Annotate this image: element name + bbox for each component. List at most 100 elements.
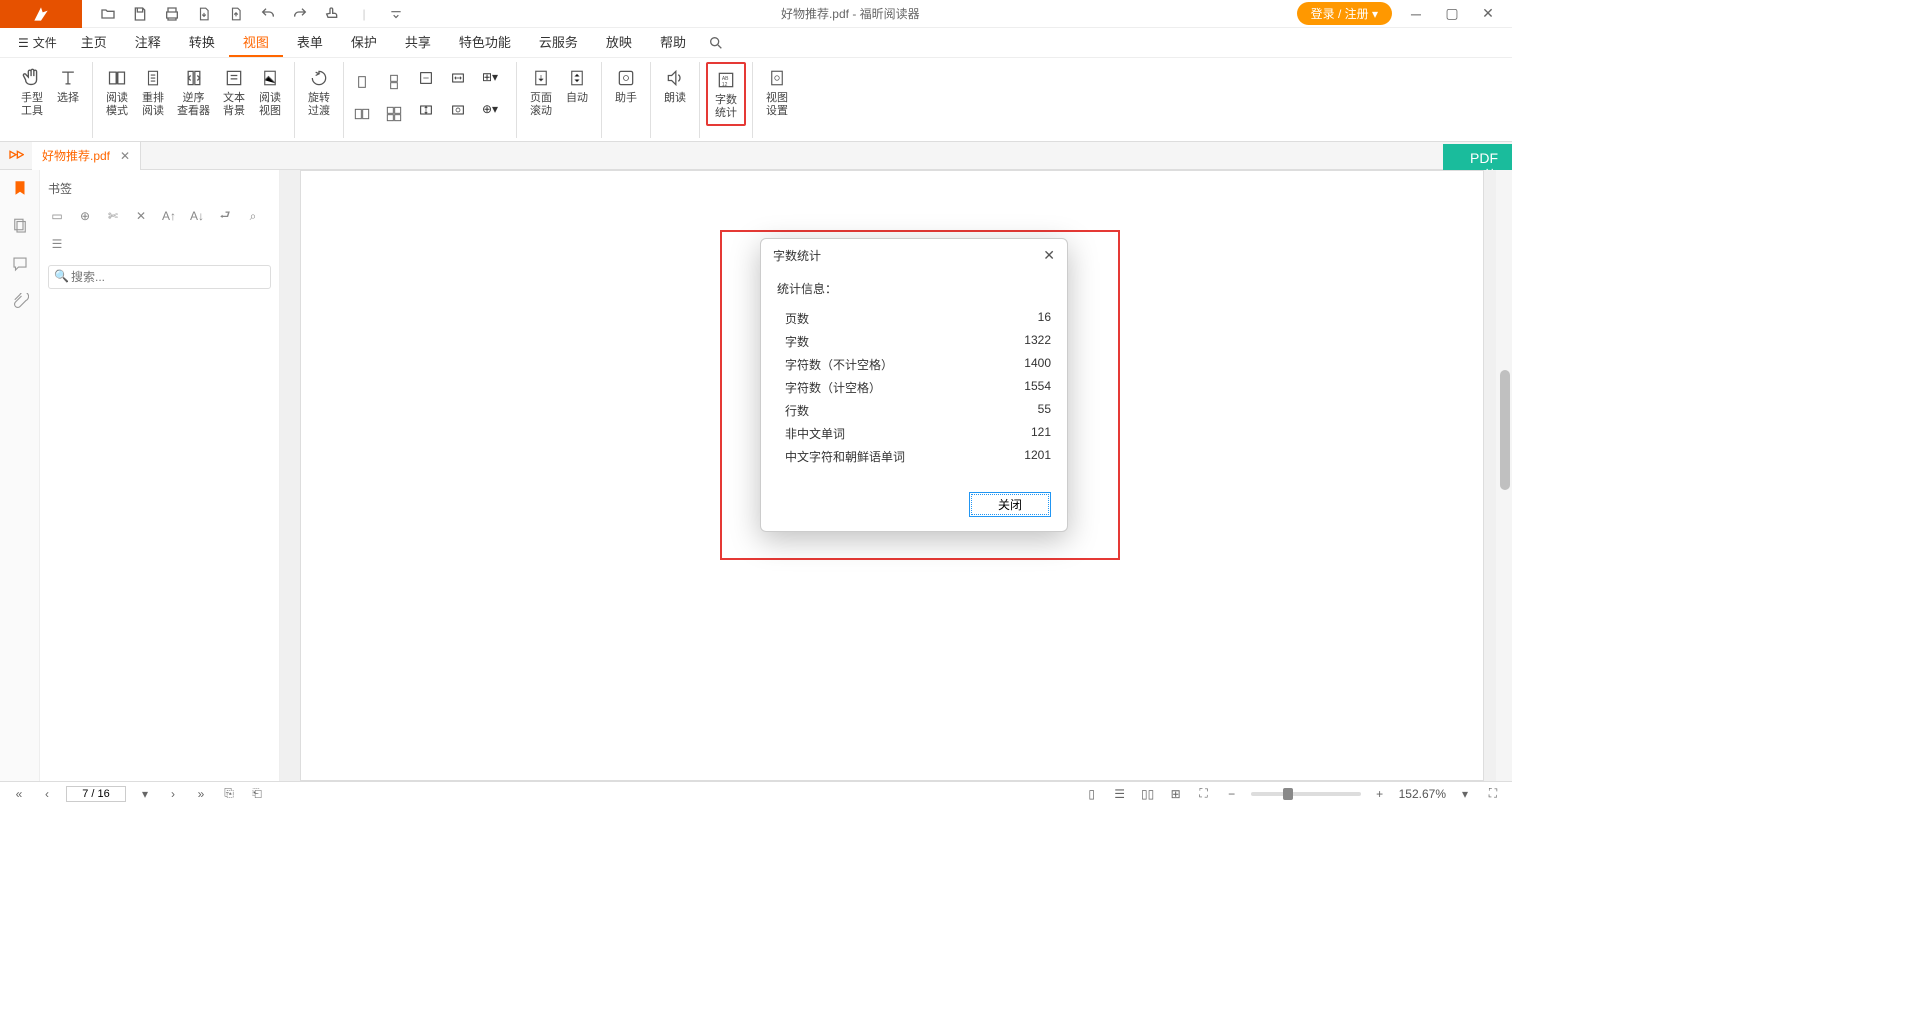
- scrollbar-thumb[interactable]: [1500, 370, 1510, 490]
- bookmark-add-icon[interactable]: ⊕: [76, 207, 94, 225]
- zoom-slider[interactable]: [1251, 792, 1361, 796]
- select-text-icon: [56, 66, 80, 90]
- read-bg-label: 阅读 视图: [259, 92, 281, 118]
- nav-back-icon[interactable]: ⎘: [220, 786, 238, 801]
- bookmark-search-input[interactable]: [48, 265, 271, 289]
- fullscreen-icon[interactable]: ⛶: [1484, 786, 1502, 801]
- bookmarks-sidebar-icon[interactable]: [10, 178, 30, 198]
- view-settings-button[interactable]: 视图 设置: [759, 62, 795, 122]
- minimize-button[interactable]: ─: [1404, 2, 1428, 26]
- stat-row: 字数1322: [777, 330, 1051, 353]
- menu-5[interactable]: 保护: [337, 28, 391, 57]
- save-icon[interactable]: [132, 6, 148, 22]
- bookmark-find-icon[interactable]: ⌕: [244, 207, 262, 225]
- transition-icon: [529, 66, 553, 90]
- bookmark-font-down-icon[interactable]: A↓: [188, 207, 206, 225]
- menu-10[interactable]: 帮助: [646, 28, 700, 57]
- touch-mode-icon[interactable]: [324, 6, 340, 22]
- login-button[interactable]: 登录 / 注册 ▾: [1297, 2, 1392, 25]
- rotate-button[interactable]: 旋转 过渡: [301, 62, 337, 122]
- reverse-label: 逆序 查看器: [177, 92, 210, 118]
- file-menu[interactable]: ☰ 文件: [10, 30, 65, 55]
- status-continuous-icon[interactable]: ☰: [1111, 787, 1129, 801]
- tab-close-icon[interactable]: ✕: [120, 149, 130, 163]
- continuous-icon[interactable]: [382, 70, 406, 94]
- rearrange-button[interactable]: 重排 阅读: [135, 62, 171, 122]
- prev-page-icon[interactable]: ‹: [38, 787, 56, 801]
- word-count-button[interactable]: AB12 字数 统计: [706, 62, 746, 126]
- helper-button[interactable]: 助手: [608, 62, 644, 109]
- fit-width-icon[interactable]: [450, 70, 478, 98]
- read-aloud-label: 朗读: [664, 92, 686, 105]
- select-button[interactable]: 选择: [50, 62, 86, 109]
- menu-4[interactable]: 表单: [283, 28, 337, 57]
- auto-scroll-button[interactable]: 自动: [559, 62, 595, 109]
- redo-icon[interactable]: [292, 6, 308, 22]
- pages-sidebar-icon[interactable]: [10, 216, 30, 236]
- menu-3[interactable]: 视图: [229, 28, 283, 57]
- zoom-dropdown-icon[interactable]: ▾: [1456, 787, 1474, 801]
- bookmark-font-up-icon[interactable]: A↑: [160, 207, 178, 225]
- menu-0[interactable]: 主页: [67, 28, 121, 57]
- zoom-in-icon[interactable]: +: [1371, 787, 1389, 801]
- menu-9[interactable]: 放映: [592, 28, 646, 57]
- page-dropdown-icon[interactable]: ▾: [136, 787, 154, 801]
- page-transition-button[interactable]: 页面 滚动: [523, 62, 559, 122]
- zoom-dropdown-icon[interactable]: ⊕▾: [482, 102, 510, 130]
- zoom-out-icon[interactable]: −: [1223, 787, 1241, 801]
- page-display-grid: [350, 62, 410, 130]
- export-icon[interactable]: [196, 6, 212, 22]
- close-window-button[interactable]: ✕: [1476, 2, 1500, 26]
- facing-continuous-icon[interactable]: [382, 102, 406, 126]
- rotate-label: 旋转 过渡: [308, 92, 330, 118]
- undo-icon[interactable]: [260, 6, 276, 22]
- menu-8[interactable]: 云服务: [525, 28, 592, 57]
- dialog-close-button[interactable]: 关闭: [969, 492, 1051, 517]
- status-fit-icon[interactable]: ⛶: [1195, 786, 1213, 801]
- qat-customize-icon[interactable]: [388, 6, 404, 22]
- read-aloud-button[interactable]: 朗读: [657, 62, 693, 109]
- bookmark-delete-icon[interactable]: ✕: [132, 207, 150, 225]
- status-single-page-icon[interactable]: ▯: [1083, 787, 1101, 801]
- first-page-icon[interactable]: «: [10, 787, 28, 801]
- next-page-icon[interactable]: ›: [164, 787, 182, 801]
- facing-icon[interactable]: [350, 102, 374, 126]
- single-page-icon[interactable]: [350, 70, 374, 94]
- menu-6[interactable]: 共享: [391, 28, 445, 57]
- status-facing-icon[interactable]: ▯▯: [1139, 787, 1157, 801]
- attachments-sidebar-icon[interactable]: [10, 292, 30, 312]
- bookmark-cut-icon[interactable]: ✄: [104, 207, 122, 225]
- fit-page-icon[interactable]: [418, 70, 446, 98]
- read-bg-button[interactable]: 阅读 视图: [252, 62, 288, 122]
- menu-2[interactable]: 转换: [175, 28, 229, 57]
- last-page-icon[interactable]: »: [192, 787, 210, 801]
- open-icon[interactable]: [100, 6, 116, 22]
- bookmark-more-icon[interactable]: ☰: [48, 235, 66, 253]
- vertical-scrollbar[interactable]: [1496, 170, 1512, 781]
- menu-1[interactable]: 注释: [121, 28, 175, 57]
- dialog-close-icon[interactable]: ✕: [1043, 247, 1055, 264]
- menu-7[interactable]: 特色功能: [445, 28, 525, 57]
- search-icon[interactable]: [708, 35, 724, 51]
- import-icon[interactable]: [228, 6, 244, 22]
- zoom-slider-handle[interactable]: [1283, 788, 1293, 800]
- page-number-input[interactable]: [66, 786, 126, 802]
- print-icon[interactable]: [164, 6, 180, 22]
- startpage-tab[interactable]: [0, 142, 32, 170]
- status-facing-cont-icon[interactable]: ⊞: [1167, 787, 1185, 801]
- document-tab[interactable]: 好物推荐.pdf ✕: [32, 142, 141, 170]
- bookmark-expand-icon[interactable]: ▭: [48, 207, 66, 225]
- maximize-button[interactable]: ▢: [1440, 2, 1464, 26]
- bookmark-wrap-icon[interactable]: ⮐: [216, 207, 234, 225]
- nav-forward-icon[interactable]: ⎗: [248, 786, 266, 801]
- comments-sidebar-icon[interactable]: [10, 254, 30, 274]
- hand-tool-button[interactable]: 手型 工具: [14, 62, 50, 122]
- text-viewer-button[interactable]: 文本 背景: [216, 62, 252, 122]
- actual-size-icon[interactable]: [418, 102, 446, 130]
- title-right: 登录 / 注册 ▾ ─ ▢ ✕: [1297, 2, 1512, 26]
- read-mode-button[interactable]: 阅读 模式: [99, 62, 135, 122]
- fit-visible-icon[interactable]: ⊞▾: [482, 70, 510, 98]
- zoom-to-icon[interactable]: [450, 102, 478, 130]
- reverse-button[interactable]: 逆序 查看器: [171, 62, 216, 122]
- hand-tool-label: 手型 工具: [21, 92, 43, 118]
